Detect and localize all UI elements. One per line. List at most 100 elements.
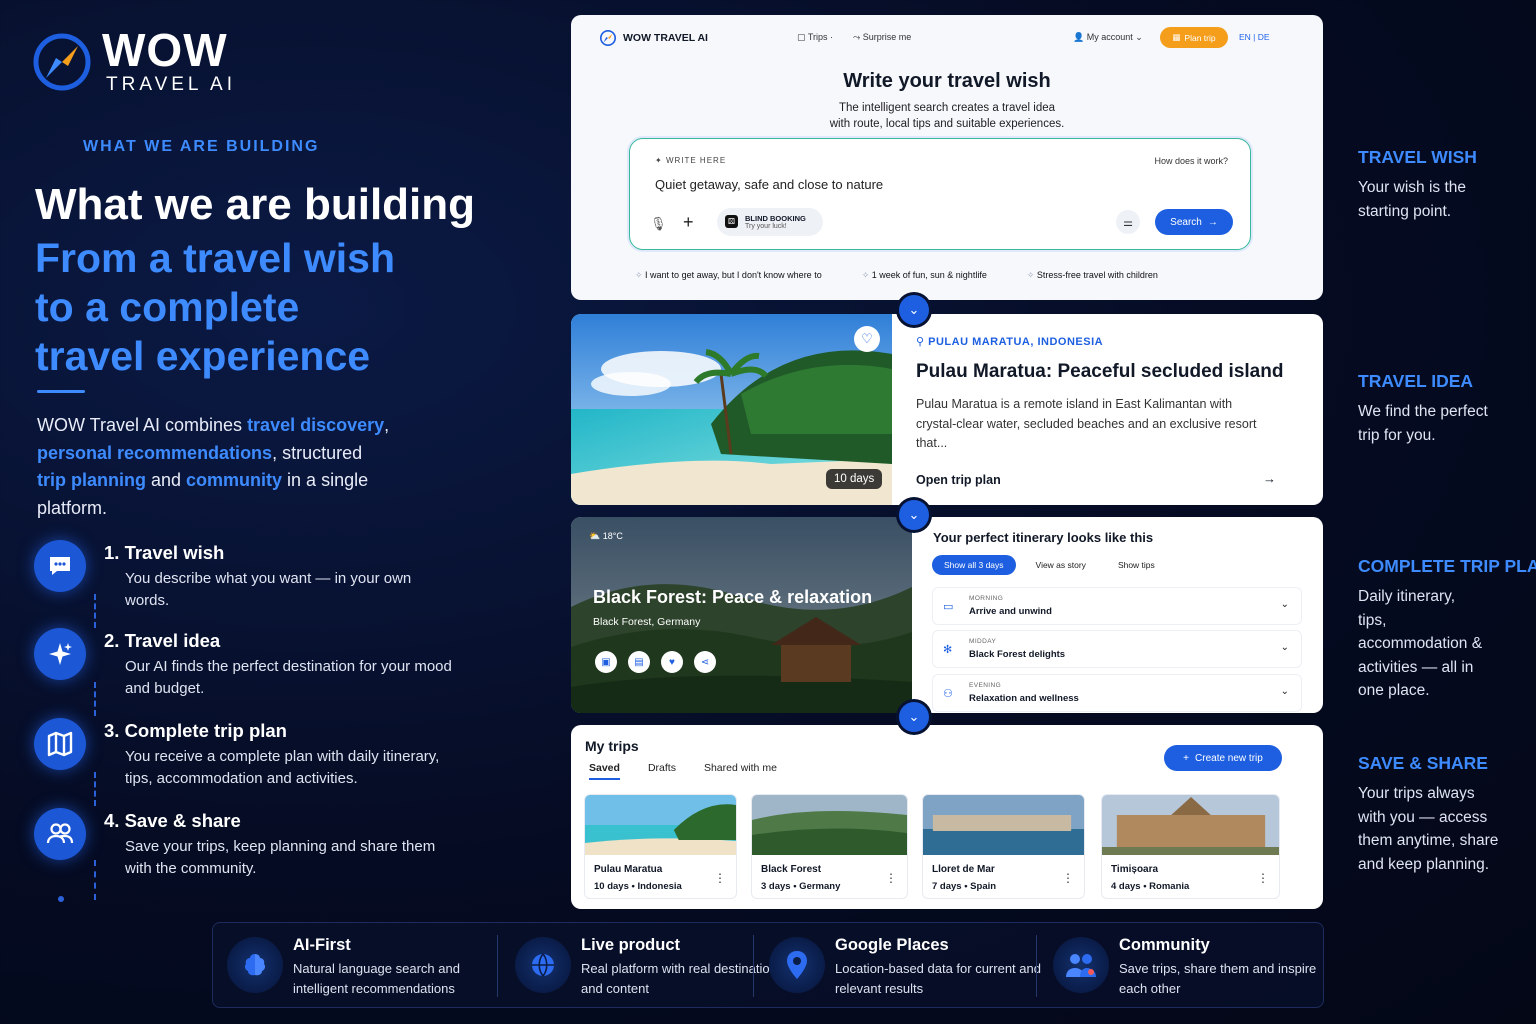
my-trips-title: My trips bbox=[585, 738, 639, 754]
add-icon[interactable]: + bbox=[683, 212, 694, 233]
open-trip-plan-link[interactable]: Open trip plan bbox=[916, 473, 1001, 487]
search-button[interactable]: Search → bbox=[1155, 209, 1233, 235]
brand-tagline: TRAVEL AI bbox=[106, 74, 236, 95]
favorite-heart-icon[interactable]: ♡ bbox=[854, 326, 880, 352]
suggestion-chip[interactable]: Stress-free travel with children bbox=[1027, 270, 1158, 281]
itinerary-slot-evening[interactable]: ⚇ EVENING Relaxation and wellness ⌄ bbox=[932, 674, 1302, 712]
tab-view-as-story[interactable]: View as story bbox=[1024, 555, 1098, 575]
shuffle-icon: ⤳ bbox=[853, 32, 863, 42]
compass-icon bbox=[599, 29, 617, 47]
share-icon[interactable]: ⋖ bbox=[694, 651, 716, 673]
chevron-down-icon: ⌄ bbox=[1280, 686, 1289, 697]
itinerary-slot-morning[interactable]: ▭ MORNING Arrive and unwind ⌄ bbox=[932, 587, 1302, 625]
community-icon bbox=[1053, 937, 1109, 993]
my-trips-tabs: Saved Drafts Shared with me bbox=[589, 762, 777, 780]
trip-thumbnail bbox=[923, 795, 1084, 855]
chevron-down-icon: ⌄ bbox=[899, 295, 929, 325]
arrow-right-icon[interactable]: → bbox=[1263, 471, 1276, 486]
nav-account[interactable]: 👤 My account ⌄ bbox=[1073, 32, 1143, 43]
plus-icon: + bbox=[1183, 752, 1190, 764]
globe-icon bbox=[515, 937, 571, 993]
side-label-travel-idea: TRAVEL IDEA We find the perfect trip for … bbox=[1358, 371, 1488, 444]
location-pin-icon bbox=[769, 937, 825, 993]
feature-google-places: Google Places Location-based data for cu… bbox=[769, 923, 1041, 1009]
trip-thumbnail bbox=[1102, 795, 1279, 855]
brain-icon bbox=[227, 937, 283, 993]
arrow-right-icon: → bbox=[1207, 216, 1218, 228]
save-icon[interactable]: ▣ bbox=[595, 651, 617, 673]
trip-card[interactable]: Black Forest 3 days • Germany ⋮ bbox=[751, 794, 908, 899]
page-subtitle: From a travel wish to a complete travel … bbox=[35, 235, 396, 379]
language-switch[interactable]: EN | DE bbox=[1239, 32, 1270, 42]
chevron-down-icon: ⌄ bbox=[1280, 599, 1289, 610]
suggestion-chips: I want to get away, but I don't know whe… bbox=[635, 270, 1158, 281]
user-icon: 👤 bbox=[1073, 32, 1087, 42]
itinerary-slot-midday[interactable]: ✻ MIDDAY Black Forest delights ⌄ bbox=[932, 630, 1302, 668]
plan-destination-subtitle: Black Forest, Germany bbox=[593, 616, 701, 628]
eyebrow: WHAT WE ARE BUILDING bbox=[83, 138, 320, 155]
filter-icon[interactable]: ⚌ bbox=[1116, 210, 1140, 234]
search-input[interactable]: Quiet getaway, safe and close to nature bbox=[655, 177, 883, 192]
trip-plan-card: ⛅ 18°C Black Forest: Peace & relaxation … bbox=[571, 517, 1323, 713]
travel-idea-card: ♡ 10 days ⚲ PULAU MARATUA, INDONESIA Pul… bbox=[571, 314, 1323, 505]
more-options-icon[interactable]: ⋮ bbox=[714, 871, 726, 885]
black-forest-photo bbox=[571, 517, 912, 713]
trip-thumbnail bbox=[752, 795, 907, 855]
tab-drafts[interactable]: Drafts bbox=[648, 762, 676, 780]
chevron-down-icon: ⌄ bbox=[899, 500, 929, 530]
nav-brand[interactable]: WOW TRAVEL AI bbox=[599, 29, 708, 47]
search-title: Write your travel wish bbox=[843, 70, 1051, 92]
suggestion-chip[interactable]: I want to get away, but I don't know whe… bbox=[635, 270, 822, 281]
microphone-icon[interactable]: 🎙 bbox=[650, 216, 667, 232]
itinerary-tabs: Show all 3 days View as story Show tips bbox=[932, 555, 1167, 575]
suggestion-chip[interactable]: 1 week of fun, sun & nightlife bbox=[862, 270, 987, 281]
search-input-box[interactable]: ✦ WRITE HERE How does it work? Quiet get… bbox=[629, 138, 1251, 250]
chat-icon bbox=[34, 540, 86, 592]
plan-trip-button[interactable]: ▦ Plan trip bbox=[1160, 27, 1228, 48]
dice-icon: ⚄ bbox=[725, 215, 738, 228]
divider bbox=[37, 390, 85, 393]
idea-description: Pulau Maratua is a remote island in East… bbox=[916, 397, 1257, 450]
intro-text: WOW Travel AI combines travel discovery,… bbox=[37, 415, 390, 518]
feature-live-product: Live product Real platform with real des… bbox=[515, 923, 783, 1009]
nav-surprise[interactable]: ⤳ Surprise me bbox=[853, 32, 911, 43]
my-trips-card: My trips Saved Drafts Shared with me + Cr… bbox=[571, 725, 1323, 909]
search-card: WOW TRAVEL AI ▢ Trips · ⤳ Surprise me 👤 … bbox=[571, 15, 1323, 300]
side-label-travel-wish: TRAVEL WISH Your wish is the starting poi… bbox=[1358, 147, 1477, 220]
heart-icon[interactable]: ♥ bbox=[661, 651, 683, 673]
nav-trips[interactable]: ▢ Trips · bbox=[797, 32, 833, 43]
tab-saved[interactable]: Saved bbox=[589, 762, 620, 780]
tab-show-tips[interactable]: Show tips bbox=[1106, 555, 1167, 575]
duration-badge: 10 days bbox=[826, 469, 883, 489]
calendar-icon[interactable]: ▤ bbox=[628, 651, 650, 673]
people-icon bbox=[34, 808, 86, 860]
blind-booking-button[interactable]: ⚄ BLIND BOOKING Try your luck! bbox=[717, 208, 823, 236]
itinerary-heading: Your perfect itinerary looks like this bbox=[933, 530, 1154, 545]
location-pin-icon: ⚲ bbox=[916, 336, 929, 348]
trip-card[interactable]: Pulau Maratua 10 days • Indonesia ⋮ bbox=[584, 794, 737, 899]
sparkle-icon: ✻ bbox=[943, 644, 953, 656]
more-options-icon[interactable]: ⋮ bbox=[1257, 871, 1269, 885]
trip-card[interactable]: Lloret de Mar 7 days • Spain ⋮ bbox=[922, 794, 1085, 899]
chat-icon: ▭ bbox=[943, 601, 954, 613]
top-nav: WOW TRAVEL AI ▢ Trips · ⤳ Surprise me 👤 … bbox=[571, 15, 1323, 61]
trip-card[interactable]: Timișoara 4 days • Romania ⋮ bbox=[1101, 794, 1280, 899]
more-options-icon[interactable]: ⋮ bbox=[885, 871, 897, 885]
page-title: What we are building bbox=[35, 180, 476, 229]
compass-logo-icon bbox=[33, 33, 91, 91]
search-subtitle: The intelligent search creates a travel … bbox=[829, 102, 1065, 130]
chevron-down-icon: ⌄ bbox=[899, 702, 929, 732]
logo: WOW TRAVEL AI bbox=[32, 24, 236, 96]
create-new-trip-button[interactable]: + Create new trip bbox=[1164, 745, 1282, 771]
how-it-works-link[interactable]: How does it work? bbox=[1154, 156, 1228, 166]
plan-destination-title: Black Forest: Peace & relaxation bbox=[593, 587, 873, 607]
features-bar: AI-First Natural language search and int… bbox=[212, 922, 1324, 1008]
side-label-trip-plan: COMPLETE TRIP PLAN Daily itinerary, tips,… bbox=[1358, 556, 1536, 699]
brand-name: WOW bbox=[102, 24, 228, 76]
write-here-label: ✦ WRITE HERE bbox=[655, 156, 727, 165]
tab-show-all-days[interactable]: Show all 3 days bbox=[932, 555, 1016, 575]
feature-ai-first: AI-First Natural language search and int… bbox=[227, 923, 497, 1009]
sparkle-icon bbox=[34, 628, 86, 680]
tab-shared-with-me[interactable]: Shared with me bbox=[704, 762, 777, 780]
more-options-icon[interactable]: ⋮ bbox=[1062, 871, 1074, 885]
